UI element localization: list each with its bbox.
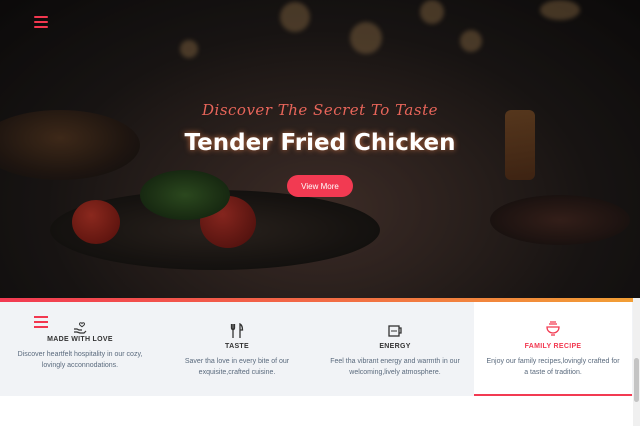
feature-description: Discover heartfelt hospitality in our co… — [17, 351, 143, 369]
feature-energy: ENERGY Feel tha vibrant energy and warmt… — [316, 302, 474, 396]
feature-description: Enjoy our family recipes,lovingly crafte… — [486, 358, 620, 376]
feature-description: Saver tha love in every bite of our exqu… — [184, 358, 290, 376]
feature-title: ENERGY — [379, 343, 411, 350]
features-section: MADE WITH LOVE Discover heartfelt hospit… — [0, 302, 640, 396]
page-scrollbar[interactable] — [633, 298, 640, 426]
hero-subtitle: Discover The Secret To Taste — [202, 101, 438, 119]
feature-description: Feel tha vibrant energy and warmth in ou… — [330, 358, 460, 376]
bowl-icon — [546, 321, 560, 336]
feature-title: MADE WITH LOVE — [47, 336, 113, 343]
fork-knife-icon — [230, 323, 244, 338]
view-more-button[interactable]: View More — [287, 175, 353, 197]
scrollbar-thumb[interactable] — [634, 358, 639, 402]
feature-family-recipe: FAMILY RECIPE Enjoy our family recipes,l… — [474, 302, 632, 396]
feature-title: FAMILY RECIPE — [524, 343, 582, 350]
feature-made-with-love: MADE WITH LOVE Discover heartfelt hospit… — [0, 302, 160, 396]
feature-title: TASTE — [225, 343, 249, 350]
coffee-cup-icon — [388, 325, 402, 337]
menu-icon[interactable] — [34, 16, 48, 28]
feature-taste: TASTE Saver tha love in every bite of ou… — [158, 302, 316, 396]
hero-banner: Discover The Secret To Taste Tender Frie… — [0, 0, 640, 298]
hand-heart-icon — [74, 322, 87, 334]
hero-title: Tender Fried Chicken — [184, 130, 456, 156]
